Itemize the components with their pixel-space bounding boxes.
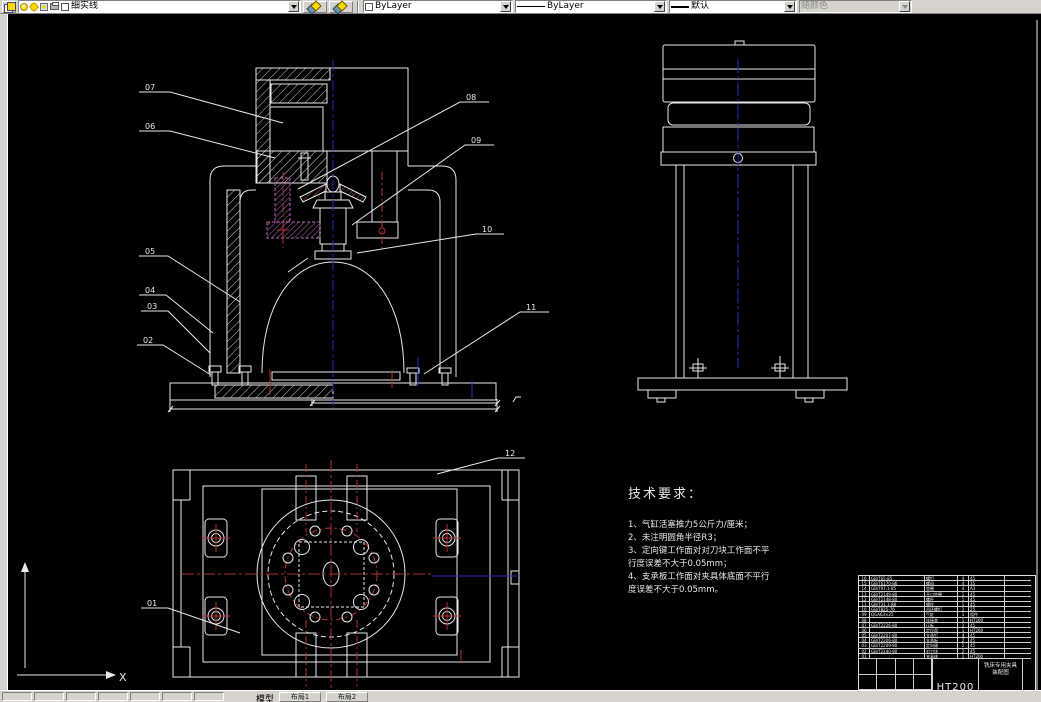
front-section-view[interactable]: [167, 67, 521, 413]
tech-req-line: 1、气缸活塞推力5公斤力/厘米；: [628, 520, 753, 530]
drawing-name-cell: 铣床专用夹具 装配图 1:2: [979, 659, 1023, 690]
plan-view-centerlines: [182, 460, 517, 688]
plotstyle-combo-dropdown: [899, 1, 910, 12]
callout-01: 01: [147, 599, 157, 608]
chevron-down-icon: [290, 4, 297, 12]
drawing-name-line2: 装配图: [992, 670, 1009, 676]
layer-combo-dropdown[interactable]: [288, 1, 299, 12]
object-properties-toolbar: 细实线 ByLayer ByLayer 默认 随颜色: [0, 0, 1041, 14]
model-tab[interactable]: 模型: [256, 692, 274, 702]
layer-thaw-sun-icon[interactable]: [30, 2, 38, 11]
layer-freeze-viewport-icon[interactable]: [40, 2, 48, 11]
drawing-canvas[interactable]: 07 06 05 04 03 02 08 09 10 11 12 01 X 技术…: [8, 14, 1041, 690]
current-lineweight-value: 默认: [691, 1, 710, 11]
drawing-name-line1: 铣床专用夹具: [983, 663, 1017, 669]
layout2-tab[interactable]: 布局2: [326, 692, 369, 702]
layers-icon: [4, 2, 16, 13]
color-combo-dropdown[interactable]: [500, 1, 511, 12]
color-combo[interactable]: ByLayer: [363, 0, 513, 13]
dimension-lines: [167, 396, 521, 413]
status-toggle-button[interactable]: [162, 692, 192, 701]
chevron-down-icon: [786, 4, 793, 12]
lineweight-combo-dropdown[interactable]: [784, 1, 795, 12]
status-toggle-button[interactable]: [34, 692, 64, 701]
lineweight-combo[interactable]: 默认: [669, 0, 797, 13]
tech-req-line: 2、未注明圆角半径R3；: [628, 533, 722, 543]
ucs-x-label: X: [119, 671, 127, 684]
bom-table: 16 GB/T65-85 螺钉 4 45 15 GB/T6170-86 螺母 4…: [859, 576, 1035, 659]
color-swatch: [365, 2, 373, 11]
linetype-combo-dropdown[interactable]: [654, 1, 665, 12]
chevron-down-icon: [656, 4, 663, 12]
status-toggle-button[interactable]: [130, 692, 160, 701]
callout-03: 03: [147, 302, 157, 311]
tech-req-line: 4、支承板工作面对夹具体底面不平行: [628, 572, 770, 582]
ucs-icon: X: [17, 562, 127, 684]
layout1-tab[interactable]: 布局1: [279, 692, 322, 702]
chevron-down-icon: [901, 4, 908, 12]
callout-12: 12: [505, 449, 515, 458]
current-plotstyle-value: 随颜色: [801, 1, 829, 11]
callout-leaders: [137, 91, 549, 634]
current-layer-name: 细实线: [71, 1, 99, 11]
callout-02: 02: [143, 336, 153, 345]
current-linetype-value: ByLayer: [547, 1, 584, 11]
status-toggle-button[interactable]: [2, 692, 32, 701]
callout-11: 11: [526, 303, 536, 312]
layer-color-swatch[interactable]: [61, 2, 69, 11]
callout-09: 09: [471, 136, 481, 145]
callout-04: 04: [145, 286, 155, 295]
layer-previous-button[interactable]: [329, 0, 353, 13]
lineweight-sample-icon: [671, 5, 689, 8]
technical-requirements: 技术要求： 1、气缸活塞推力5公斤力/厘米； 2、未注明圆角半径R3； 3、定向…: [628, 483, 878, 597]
docked-toolbar-edge: [0, 14, 8, 690]
layer-combo[interactable]: 细实线: [18, 0, 301, 13]
material-cell: HT200: [933, 659, 979, 690]
status-bar: 模型 布局1 布局2: [0, 690, 1041, 702]
layer-on-bulb-icon[interactable]: [20, 2, 28, 11]
chevron-down-icon: [502, 4, 509, 12]
linetype-sample-icon: [517, 6, 545, 7]
side-view[interactable]: [637, 40, 848, 403]
callout-05: 05: [145, 247, 155, 256]
layer-previous-icon: [333, 2, 349, 12]
layer-diamonds-icon: [307, 2, 323, 12]
callout-08: 08: [466, 93, 476, 102]
tech-req-line: 行度误差不大于0.05mm；: [628, 559, 732, 569]
tech-req-line: 3、定向键工作面对对刀块工作面不平: [628, 546, 770, 556]
toolbar-separator: [357, 0, 359, 13]
layer-plot-icon[interactable]: [50, 2, 59, 10]
callout-06: 06: [145, 122, 155, 131]
signature-grid: 设计制图校核审核批准: [859, 659, 933, 690]
current-color-value: ByLayer: [375, 1, 412, 11]
tech-req-line: 度误差不大于0.05mm。: [628, 585, 723, 595]
tech-req-title: 技术要求：: [628, 487, 704, 502]
title-block: 16 GB/T65-85 螺钉 4 45 15 GB/T6170-86 螺母 4…: [858, 575, 1036, 690]
status-toggle-button[interactable]: [98, 692, 128, 701]
callout-07: 07: [145, 83, 155, 92]
layer-manager-button[interactable]: [2, 0, 16, 13]
make-object-layer-current-button[interactable]: [303, 0, 327, 13]
cad-application-window: 细实线 ByLayer ByLayer 默认 随颜色 07 06 05 04 0…: [0, 0, 1041, 702]
base-bolts: [208, 365, 452, 386]
linetype-combo[interactable]: ByLayer: [515, 0, 667, 13]
status-toggle-button[interactable]: [66, 692, 96, 701]
callout-10: 10: [482, 225, 492, 234]
status-toggle-button[interactable]: [194, 692, 224, 701]
plotstyle-combo: 随颜色: [799, 0, 912, 13]
